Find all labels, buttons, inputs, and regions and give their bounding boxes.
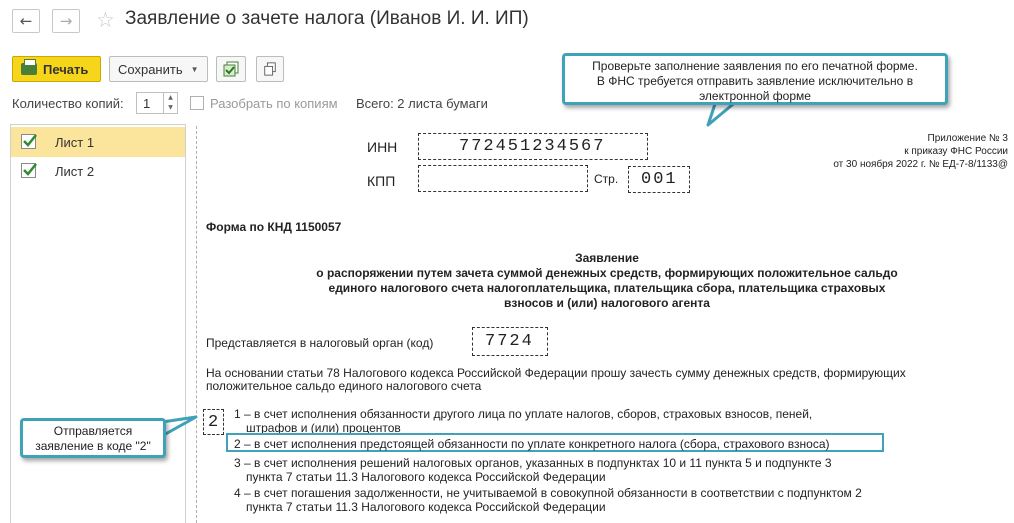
- copy-button[interactable]: [256, 56, 284, 82]
- forward-button[interactable]: →: [52, 9, 80, 33]
- top-callout-line-1: Проверьте заполнение заявления по его пе…: [592, 59, 918, 73]
- authority-code-field: 7724: [472, 327, 548, 356]
- back-button[interactable]: ←: [12, 9, 40, 33]
- basis-line-2: положительное сальдо единого налогового …: [206, 379, 482, 393]
- left-callout-pointer: [162, 415, 198, 438]
- collate-label: Разобрать по копиям: [210, 96, 338, 111]
- sheet-row-1[interactable]: Лист 1: [11, 127, 185, 157]
- option-3-line-1: 3 – в счет исполнения решений налоговых …: [234, 456, 832, 470]
- statement-heading: Заявление: [575, 251, 639, 265]
- option-4-line-2: пункта 7 статьи 11.3 Налогового кодекса …: [246, 500, 606, 514]
- copy-icon: [264, 62, 276, 76]
- copies-stepper[interactable]: 1 ▲ ▼: [136, 92, 178, 114]
- page-field: 001: [628, 166, 690, 193]
- authority-label: Представляется в налоговый орган (код): [206, 336, 434, 350]
- stepper-arrows[interactable]: ▲ ▼: [163, 93, 177, 113]
- copies-label: Количество копий:: [12, 96, 124, 111]
- option-3-line-2: пункта 7 статьи 11.3 Налогового кодекса …: [246, 470, 606, 484]
- option-2-line-1: 2 – в счет исполнения предстоящей обязан…: [234, 437, 830, 451]
- check-all-button[interactable]: [216, 56, 246, 82]
- top-callout-line-3: электронной форме: [699, 89, 811, 103]
- page-edge: [196, 126, 197, 523]
- copies-value: 1: [143, 96, 151, 111]
- inn-label: ИНН: [367, 139, 398, 155]
- save-button-label: Сохранить: [118, 61, 183, 77]
- sheets-list: Лист 1 Лист 2: [10, 124, 186, 523]
- statement-subheading-2: единого налогового счета налогоплательщи…: [328, 281, 886, 295]
- chevron-down-icon: ▼: [190, 64, 199, 74]
- kpp-field: [418, 165, 588, 192]
- sheet-2-label: Лист 2: [55, 164, 95, 179]
- sheet-1-checkbox[interactable]: [21, 134, 37, 149]
- option-1-line-1: 1 – в счет исполнения обязанности другог…: [234, 407, 813, 421]
- arrow-left-icon: ←: [19, 12, 33, 30]
- statement-subheading-1: о распоряжении путем зачета суммой денеж…: [316, 266, 898, 280]
- save-button[interactable]: Сохранить ▼: [109, 56, 208, 82]
- print-button-label: Печать: [43, 61, 89, 77]
- arrow-right-icon: →: [59, 12, 73, 30]
- total-sheets-label: Всего: 2 листа бумаги: [356, 96, 488, 111]
- left-callout: Отправляется заявление в коде "2": [20, 418, 166, 458]
- sheet-row-2[interactable]: Лист 2: [11, 156, 185, 186]
- form-code: Форма по КНД 1150057: [206, 220, 342, 234]
- checkmark-icon: [23, 163, 37, 176]
- sheet-2-checkbox[interactable]: [21, 163, 37, 178]
- print-button[interactable]: Печать: [12, 56, 101, 82]
- appendix-line-3: от 30 ноября 2022 г. № ЕД-7-8/1133@: [833, 159, 1008, 170]
- spin-up-icon[interactable]: ▲: [164, 93, 177, 103]
- window-title: Заявление о зачете налога (Иванов И. И. …: [125, 8, 529, 29]
- selected-code-field: 2: [203, 409, 224, 435]
- top-callout-line-2: В ФНС требуется отправить заявление искл…: [596, 74, 914, 88]
- spin-down-icon[interactable]: ▼: [164, 103, 177, 113]
- basis-line-1: На основании статьи 78 Налогового кодекс…: [206, 366, 906, 380]
- top-callout: Проверьте заполнение заявления по его пе…: [562, 53, 948, 105]
- printer-icon: [21, 59, 37, 75]
- option-4-line-1: 4 – в счет погашения задолженности, не у…: [234, 486, 862, 500]
- appendix-line-2: к приказу ФНС России: [904, 146, 1008, 157]
- inn-field: 772451234567: [418, 133, 648, 160]
- statement-subheading-3: взносов и (или) налогового агента: [504, 296, 710, 310]
- favorite-star-icon[interactable]: ☆: [96, 8, 115, 32]
- kpp-label: КПП: [367, 173, 396, 189]
- collate-checkbox[interactable]: [190, 96, 204, 110]
- checkmark-icon: [23, 134, 37, 147]
- appendix-line-1: Приложение № 3: [927, 133, 1009, 144]
- left-callout-line-2: заявление в коде "2": [35, 439, 151, 453]
- check-list-icon: [223, 61, 239, 77]
- sheet-1-label: Лист 1: [55, 135, 95, 150]
- left-callout-line-1: Отправляется: [53, 424, 133, 438]
- page-label: Стр.: [594, 172, 619, 186]
